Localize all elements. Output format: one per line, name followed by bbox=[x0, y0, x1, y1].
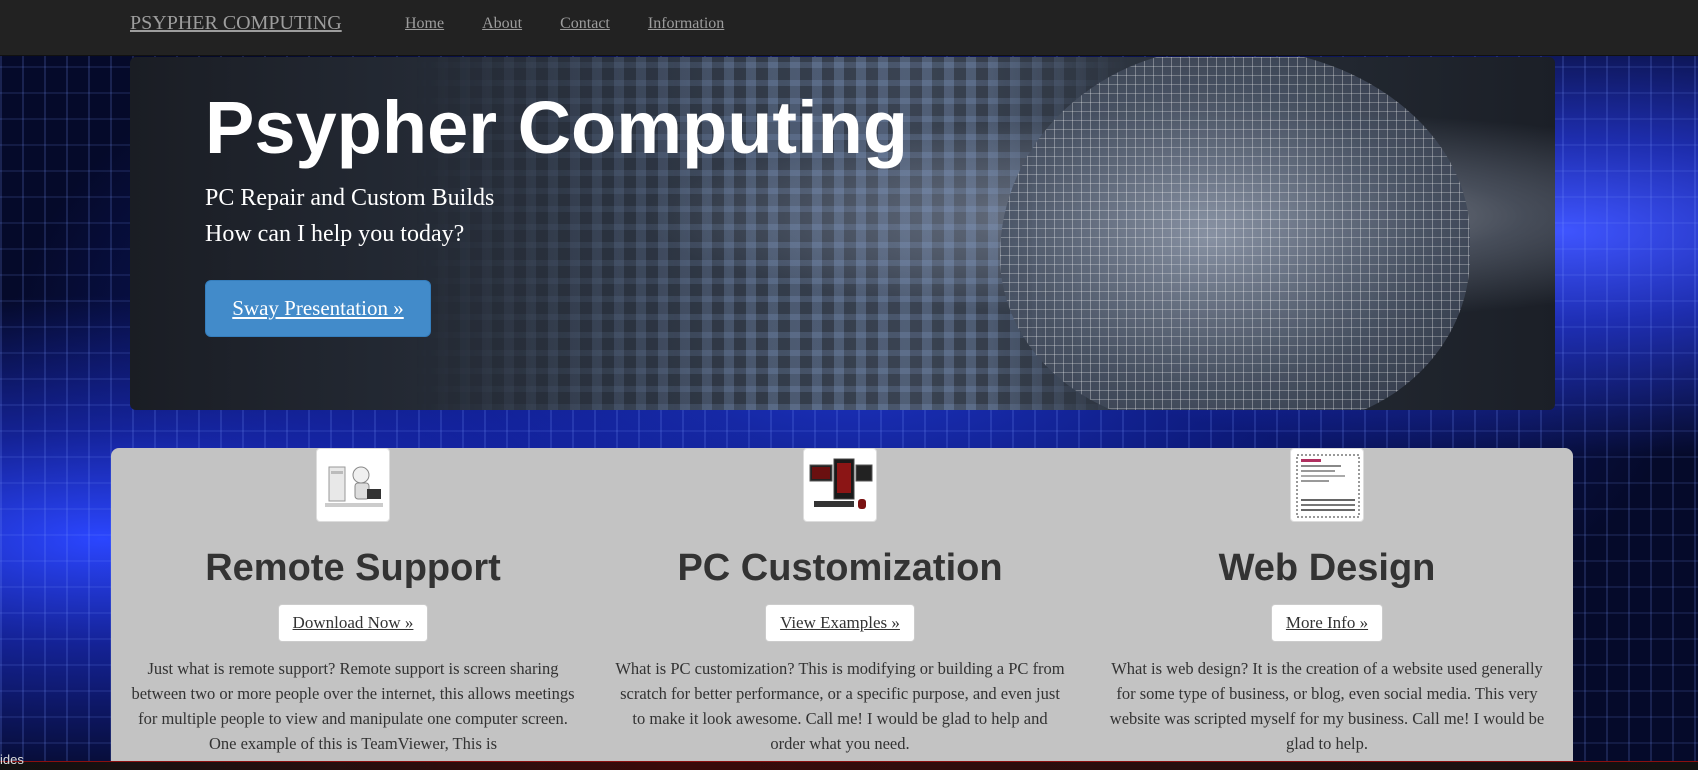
remote-support-description: Just what is remote support? Remote supp… bbox=[131, 659, 575, 753]
hero-title: Psypher Computing bbox=[205, 86, 909, 169]
pc-customization-title: PC Customization bbox=[677, 547, 1003, 589]
view-examples-button[interactable]: View Examples » bbox=[765, 604, 915, 642]
web-design-title: Web Design bbox=[1218, 547, 1436, 589]
brand-link[interactable]: PSYPHER COMPUTING bbox=[130, 12, 342, 35]
footer-fragment-text: ides bbox=[0, 752, 24, 767]
services-panel: Remote Support Download Now » Just what … bbox=[111, 448, 1573, 770]
more-info-button[interactable]: More Info » bbox=[1270, 604, 1384, 642]
pc-customization-description: What is PC customization? This is modify… bbox=[615, 659, 1065, 753]
remote-support-icon bbox=[316, 448, 390, 522]
service-remote-support: Remote Support Download Now » Just what … bbox=[123, 448, 583, 756]
service-web-design: Web Design More Info » What is web desig… bbox=[1097, 448, 1557, 756]
web-design-description: What is web design? It is the creation o… bbox=[1109, 659, 1545, 753]
sway-presentation-button[interactable]: Sway Presentation » bbox=[205, 280, 431, 337]
hero-jumbotron: Psypher Computing PC Repair and Custom B… bbox=[130, 57, 1555, 410]
hero-subtitle: PC Repair and Custom Builds bbox=[205, 185, 495, 211]
hero-tagline: How can I help you today? bbox=[205, 221, 465, 247]
nav-links: Home About Contact Information bbox=[405, 15, 724, 33]
top-navbar: PSYPHER COMPUTING Home About Contact Inf… bbox=[0, 0, 1698, 56]
bottom-footer-strip bbox=[0, 761, 1698, 770]
nav-about-link[interactable]: About bbox=[482, 15, 522, 33]
wireframe-face-image bbox=[1000, 57, 1470, 410]
remote-support-title: Remote Support bbox=[205, 547, 501, 589]
nav-contact-link[interactable]: Contact bbox=[560, 15, 610, 33]
nav-home-link[interactable]: Home bbox=[405, 15, 444, 33]
nav-information-link[interactable]: Information bbox=[648, 15, 724, 33]
service-pc-customization: PC Customization View Examples » What is… bbox=[610, 448, 1070, 756]
pc-setup-icon bbox=[803, 448, 877, 522]
download-now-button[interactable]: Download Now » bbox=[277, 604, 429, 642]
webpage-document-icon bbox=[1290, 448, 1364, 522]
